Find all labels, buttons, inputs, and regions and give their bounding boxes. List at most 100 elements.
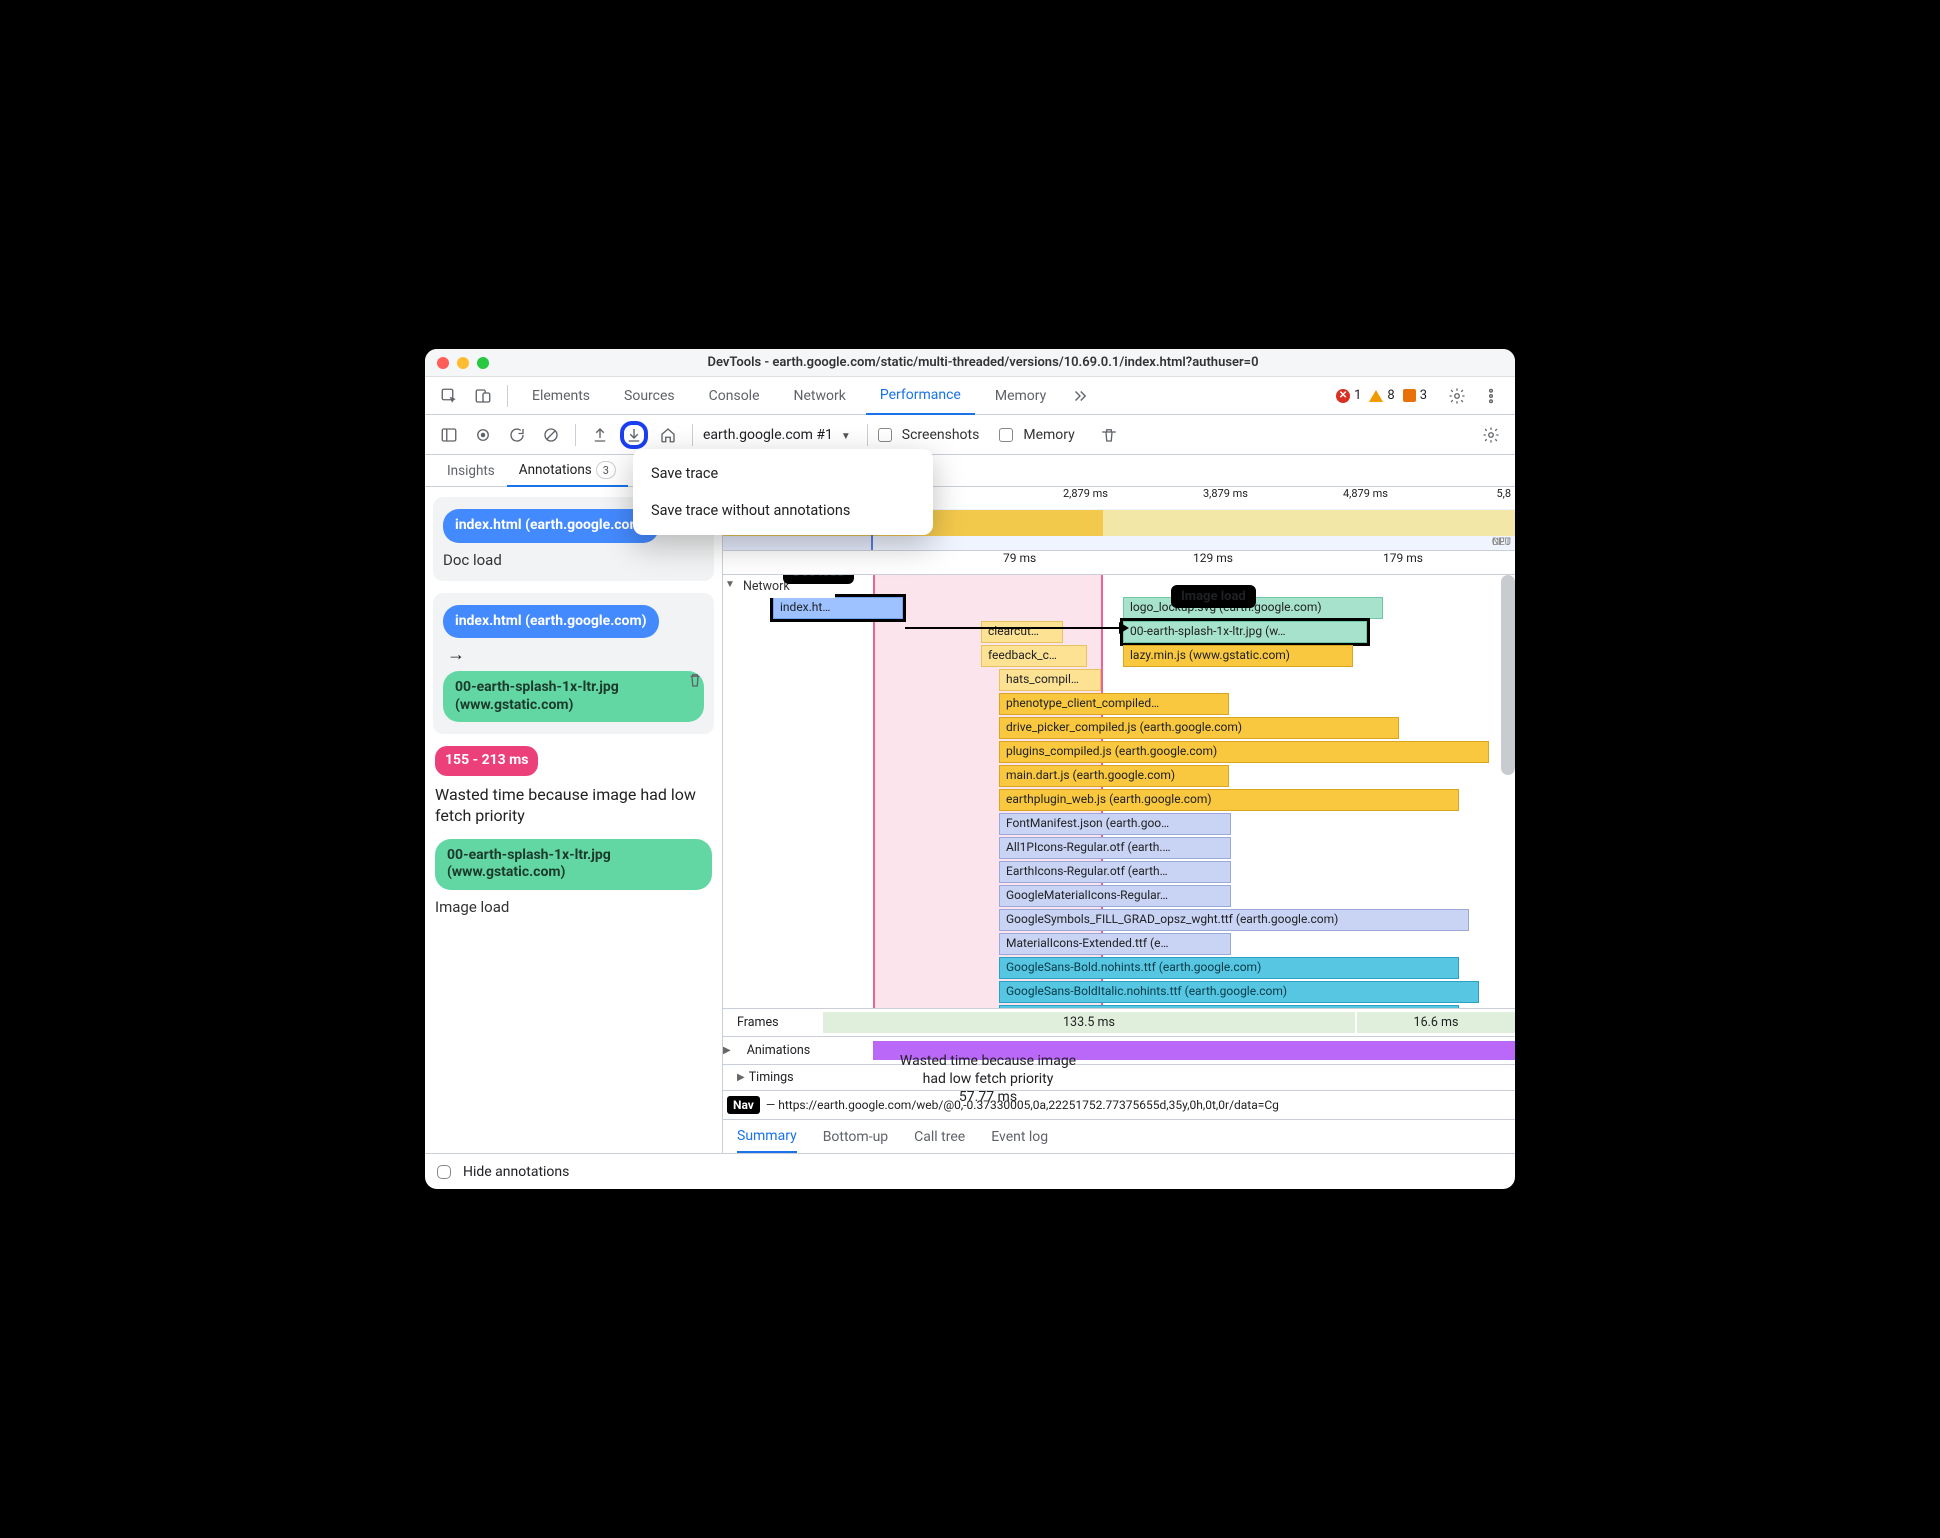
annotation-count: 3 — [596, 461, 616, 479]
overview-tick: 4,879 ms — [1343, 487, 1388, 500]
hide-annotations-checkbox[interactable] — [437, 1165, 451, 1179]
collapse-icon[interactable]: ▶ — [723, 1045, 731, 1056]
bar-hats[interactable]: hats_compil… — [999, 669, 1101, 691]
subtab-annotations[interactable]: Annotations3 — [507, 456, 628, 487]
divider — [867, 424, 868, 446]
screenshots-label: Screenshots — [902, 427, 980, 443]
bar-feedback[interactable]: feedback_c… — [981, 645, 1087, 667]
flamechart-area[interactable]: 2,879 ms 3,879 ms 4,879 ms 5,8 CPU NET 7… — [723, 487, 1515, 1153]
bar-maindart[interactable]: main.dart.js (earth.google.com) — [999, 765, 1229, 787]
memory-checkbox[interactable] — [999, 428, 1013, 442]
timings-track[interactable]: ▶ Timings — [723, 1065, 1515, 1091]
bar-lazy[interactable]: lazy.min.js (www.gstatic.com) — [1123, 645, 1353, 667]
kebab-menu-icon[interactable] — [1477, 382, 1505, 410]
menu-save-trace[interactable]: Save trace — [633, 455, 933, 492]
annotation-card-range[interactable]: 155 - 213 ms Wasted time because image h… — [433, 746, 714, 827]
ruler-tick: 79 ms — [1003, 551, 1036, 565]
clear-icon[interactable] — [537, 421, 565, 449]
overview-tick: 2,879 ms — [1063, 487, 1108, 500]
btab-call-tree[interactable]: Call tree — [914, 1120, 965, 1153]
entry-chip: 00-earth-splash-1x-ltr.jpg (www.gstatic.… — [435, 839, 712, 890]
record-icon[interactable] — [469, 421, 497, 449]
tab-network[interactable]: Network — [780, 377, 860, 414]
bar-gsymbols[interactable]: GoogleSymbols_FILL_GRAD_opsz_wght.ttf (e… — [999, 909, 1469, 931]
scrollbar[interactable] — [1501, 575, 1515, 775]
more-tabs-icon[interactable] — [1066, 382, 1094, 410]
settings-icon[interactable] — [1443, 382, 1471, 410]
close-icon[interactable] — [437, 357, 449, 369]
btab-bottom-up[interactable]: Bottom-up — [823, 1120, 888, 1153]
collapse-icon[interactable]: ▼ — [725, 579, 735, 590]
annotation-sidebar[interactable]: index.html (earth.google.com) Doc load i… — [425, 487, 723, 1153]
tab-elements[interactable]: Elements — [518, 377, 604, 414]
upload-trace-icon[interactable] — [586, 421, 614, 449]
gc-icon[interactable] — [1095, 421, 1123, 449]
nav-url: — https://earth.google.com/web/@0,-0.373… — [766, 1098, 1279, 1112]
dock-side-icon[interactable] — [435, 421, 463, 449]
bar-gsbi[interactable]: GoogleSans-BoldItalic.nohints.ttf (earth… — [999, 981, 1479, 1003]
menu-save-trace-no-annotations[interactable]: Save trace without annotations — [633, 492, 933, 529]
bar-splash-jpg[interactable]: 00-earth-splash-1x-ltr.jpg (w… — [1123, 621, 1367, 643]
bar-epweb[interactable]: earthplugin_web.js (earth.google.com) — [999, 789, 1459, 811]
bar-gsbold[interactable]: GoogleSans-Bold.nohints.ttf (earth.googl… — [999, 957, 1459, 979]
bar-fontmanifest[interactable]: FontManifest.json (earth.goo… — [999, 813, 1231, 835]
bar-eicons[interactable]: EarthIcons-Regular.otf (earth… — [999, 861, 1231, 883]
divider — [575, 424, 576, 446]
subtab-insights[interactable]: Insights — [435, 455, 507, 486]
download-trace-icon[interactable] — [620, 421, 648, 449]
zoom-icon[interactable] — [477, 357, 489, 369]
nav-row[interactable]: Nav — https://earth.google.com/web/@0,-0… — [723, 1091, 1515, 1119]
tab-performance[interactable]: Performance — [866, 378, 975, 415]
bar-clearcut[interactable]: clearcut… — [981, 621, 1063, 643]
minimize-icon[interactable] — [457, 357, 469, 369]
time-ruler: 79 ms 129 ms 179 ms — [723, 551, 1515, 575]
trace-selector[interactable]: earth.google.com #1▼ — [703, 423, 851, 447]
network-track[interactable]: ▼ Network Doc load Image load index.ht… … — [723, 575, 1515, 1009]
capture-settings-icon[interactable] — [1477, 421, 1505, 449]
ruler-tick: 179 ms — [1383, 551, 1423, 565]
entry-chip: index.html (earth.google.com) — [443, 509, 659, 543]
perf-toolbar: earth.google.com #1▼ Screenshots Memory — [425, 415, 1515, 455]
inspect-element-icon[interactable] — [435, 382, 463, 410]
tab-console[interactable]: Console — [695, 377, 774, 414]
frames-track[interactable]: Frames 133.5 ms 16.6 ms — [723, 1009, 1515, 1037]
annotation-card-image-load[interactable]: 00-earth-splash-1x-ltr.jpg (www.gstatic.… — [433, 839, 714, 916]
reload-record-icon[interactable] — [503, 421, 531, 449]
delete-annotation-icon[interactable] — [686, 671, 704, 693]
annotation-arrow — [905, 627, 1121, 629]
perf-main: index.html (earth.google.com) Doc load i… — [425, 487, 1515, 1153]
entry-chip-from: index.html (earth.google.com) — [443, 605, 659, 639]
bar-allp[interactable]: All1PIcons-Regular.otf (earth.… — [999, 837, 1231, 859]
warning-count[interactable]: 8 — [1369, 388, 1394, 403]
frame-a[interactable]: 133.5 ms — [823, 1012, 1355, 1033]
arrow-right-icon: → — [447, 644, 704, 665]
time-range-chip: 155 - 213 ms — [435, 746, 538, 776]
perf-subtabs: Insights Annotations3 — [425, 455, 1515, 487]
bar-plugins[interactable]: plugins_compiled.js (earth.google.com) — [999, 741, 1489, 763]
error-count[interactable]: ✕1 — [1336, 388, 1361, 403]
doc-load-tag: Doc load — [783, 575, 854, 584]
animations-track[interactable]: ▶ Animations — [723, 1037, 1515, 1065]
home-icon[interactable] — [654, 421, 682, 449]
bar-drive[interactable]: drive_picker_compiled.js (earth.google.c… — [999, 717, 1399, 739]
issue-count[interactable]: 3 — [1403, 388, 1427, 403]
annotation-label: Doc load — [443, 551, 704, 569]
animation-bar[interactable] — [873, 1041, 1515, 1060]
collapse-icon[interactable]: ▶ — [737, 1072, 745, 1083]
window-title: DevTools - earth.google.com/static/multi… — [503, 355, 1503, 370]
tab-memory[interactable]: Memory — [981, 377, 1060, 414]
bar-gmicons[interactable]: GoogleMaterialIcons-Regular… — [999, 885, 1231, 907]
entry-chip-to: 00-earth-splash-1x-ltr.jpg (www.gstatic.… — [443, 671, 704, 722]
frame-b[interactable]: 16.6 ms — [1355, 1012, 1515, 1033]
annotation-card-link[interactable]: index.html (earth.google.com) → 00-earth… — [433, 593, 714, 735]
screenshots-checkbox[interactable] — [878, 428, 892, 442]
track-label: Animations — [733, 1043, 810, 1058]
bar-miext[interactable]: MaterialIcons-Extended.ttf (e… — [999, 933, 1231, 955]
bar-phenotype[interactable]: phenotype_client_compiled… — [999, 693, 1229, 715]
tab-sources[interactable]: Sources — [610, 377, 689, 414]
nav-badge: Nav — [727, 1096, 760, 1114]
bar-index-html[interactable]: index.ht… — [773, 597, 903, 619]
device-toggle-icon[interactable] — [469, 382, 497, 410]
btab-event-log[interactable]: Event log — [991, 1120, 1048, 1153]
btab-summary[interactable]: Summary — [737, 1120, 797, 1153]
